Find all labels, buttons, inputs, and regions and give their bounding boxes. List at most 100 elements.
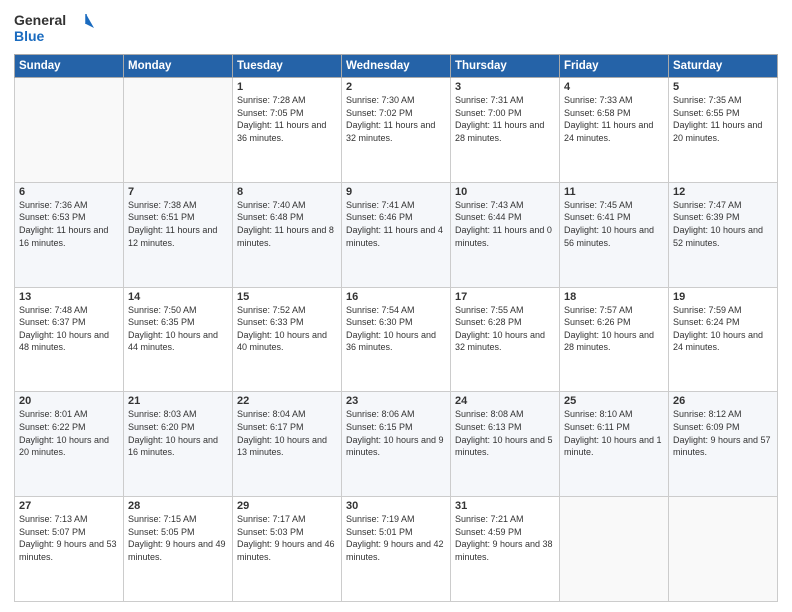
svg-text:Blue: Blue (14, 28, 45, 44)
calendar-cell: 11Sunrise: 7:45 AM Sunset: 6:41 PM Dayli… (560, 182, 669, 287)
day-info: Sunrise: 7:15 AM Sunset: 5:05 PM Dayligh… (128, 513, 228, 563)
day-number: 31 (455, 500, 555, 512)
calendar-cell: 1Sunrise: 7:28 AM Sunset: 7:05 PM Daylig… (233, 78, 342, 183)
weekday-header-friday: Friday (560, 55, 669, 78)
day-info: Sunrise: 7:41 AM Sunset: 6:46 PM Dayligh… (346, 199, 446, 249)
calendar-cell: 21Sunrise: 8:03 AM Sunset: 6:20 PM Dayli… (124, 392, 233, 497)
calendar-cell: 24Sunrise: 8:08 AM Sunset: 6:13 PM Dayli… (451, 392, 560, 497)
day-info: Sunrise: 8:08 AM Sunset: 6:13 PM Dayligh… (455, 408, 555, 458)
page: General Blue SundayMondayTuesdayWednesda… (0, 0, 792, 612)
day-number: 8 (237, 186, 337, 198)
day-number: 13 (19, 291, 119, 303)
day-number: 15 (237, 291, 337, 303)
calendar-week-2: 6Sunrise: 7:36 AM Sunset: 6:53 PM Daylig… (15, 182, 778, 287)
weekday-header-thursday: Thursday (451, 55, 560, 78)
calendar-cell: 29Sunrise: 7:17 AM Sunset: 5:03 PM Dayli… (233, 497, 342, 602)
day-info: Sunrise: 7:59 AM Sunset: 6:24 PM Dayligh… (673, 304, 773, 354)
day-info: Sunrise: 7:31 AM Sunset: 7:00 PM Dayligh… (455, 94, 555, 144)
calendar-cell: 10Sunrise: 7:43 AM Sunset: 6:44 PM Dayli… (451, 182, 560, 287)
day-number: 2 (346, 81, 446, 93)
day-number: 1 (237, 81, 337, 93)
day-number: 16 (346, 291, 446, 303)
calendar-week-1: 1Sunrise: 7:28 AM Sunset: 7:05 PM Daylig… (15, 78, 778, 183)
weekday-header-sunday: Sunday (15, 55, 124, 78)
calendar-cell: 17Sunrise: 7:55 AM Sunset: 6:28 PM Dayli… (451, 287, 560, 392)
day-info: Sunrise: 7:13 AM Sunset: 5:07 PM Dayligh… (19, 513, 119, 563)
calendar-cell: 8Sunrise: 7:40 AM Sunset: 6:48 PM Daylig… (233, 182, 342, 287)
weekday-header-row: SundayMondayTuesdayWednesdayThursdayFrid… (15, 55, 778, 78)
day-info: Sunrise: 7:43 AM Sunset: 6:44 PM Dayligh… (455, 199, 555, 249)
day-number: 3 (455, 81, 555, 93)
weekday-header-tuesday: Tuesday (233, 55, 342, 78)
day-info: Sunrise: 7:52 AM Sunset: 6:33 PM Dayligh… (237, 304, 337, 354)
calendar-cell: 26Sunrise: 8:12 AM Sunset: 6:09 PM Dayli… (669, 392, 778, 497)
day-info: Sunrise: 7:28 AM Sunset: 7:05 PM Dayligh… (237, 94, 337, 144)
calendar-cell: 7Sunrise: 7:38 AM Sunset: 6:51 PM Daylig… (124, 182, 233, 287)
logo-icon: General Blue (14, 10, 94, 48)
day-number: 21 (128, 395, 228, 407)
calendar-cell (669, 497, 778, 602)
calendar-week-3: 13Sunrise: 7:48 AM Sunset: 6:37 PM Dayli… (15, 287, 778, 392)
day-info: Sunrise: 7:47 AM Sunset: 6:39 PM Dayligh… (673, 199, 773, 249)
day-number: 12 (673, 186, 773, 198)
weekday-header-saturday: Saturday (669, 55, 778, 78)
day-info: Sunrise: 7:54 AM Sunset: 6:30 PM Dayligh… (346, 304, 446, 354)
logo: General Blue (14, 10, 94, 48)
day-number: 29 (237, 500, 337, 512)
day-info: Sunrise: 8:04 AM Sunset: 6:17 PM Dayligh… (237, 408, 337, 458)
day-number: 11 (564, 186, 664, 198)
svg-text:General: General (14, 12, 66, 28)
calendar-cell: 15Sunrise: 7:52 AM Sunset: 6:33 PM Dayli… (233, 287, 342, 392)
weekday-header-monday: Monday (124, 55, 233, 78)
day-number: 23 (346, 395, 446, 407)
day-info: Sunrise: 7:35 AM Sunset: 6:55 PM Dayligh… (673, 94, 773, 144)
day-info: Sunrise: 8:06 AM Sunset: 6:15 PM Dayligh… (346, 408, 446, 458)
calendar-cell: 4Sunrise: 7:33 AM Sunset: 6:58 PM Daylig… (560, 78, 669, 183)
day-info: Sunrise: 7:17 AM Sunset: 5:03 PM Dayligh… (237, 513, 337, 563)
day-info: Sunrise: 8:03 AM Sunset: 6:20 PM Dayligh… (128, 408, 228, 458)
calendar-cell: 13Sunrise: 7:48 AM Sunset: 6:37 PM Dayli… (15, 287, 124, 392)
calendar-cell: 20Sunrise: 8:01 AM Sunset: 6:22 PM Dayli… (15, 392, 124, 497)
header: General Blue (14, 10, 778, 48)
day-info: Sunrise: 7:33 AM Sunset: 6:58 PM Dayligh… (564, 94, 664, 144)
calendar-cell: 2Sunrise: 7:30 AM Sunset: 7:02 PM Daylig… (342, 78, 451, 183)
calendar-cell: 22Sunrise: 8:04 AM Sunset: 6:17 PM Dayli… (233, 392, 342, 497)
calendar-cell: 28Sunrise: 7:15 AM Sunset: 5:05 PM Dayli… (124, 497, 233, 602)
calendar-cell: 5Sunrise: 7:35 AM Sunset: 6:55 PM Daylig… (669, 78, 778, 183)
calendar-cell: 12Sunrise: 7:47 AM Sunset: 6:39 PM Dayli… (669, 182, 778, 287)
day-info: Sunrise: 7:21 AM Sunset: 4:59 PM Dayligh… (455, 513, 555, 563)
day-info: Sunrise: 8:01 AM Sunset: 6:22 PM Dayligh… (19, 408, 119, 458)
calendar-cell: 25Sunrise: 8:10 AM Sunset: 6:11 PM Dayli… (560, 392, 669, 497)
day-info: Sunrise: 7:19 AM Sunset: 5:01 PM Dayligh… (346, 513, 446, 563)
day-info: Sunrise: 7:30 AM Sunset: 7:02 PM Dayligh… (346, 94, 446, 144)
calendar-cell: 30Sunrise: 7:19 AM Sunset: 5:01 PM Dayli… (342, 497, 451, 602)
calendar-cell: 31Sunrise: 7:21 AM Sunset: 4:59 PM Dayli… (451, 497, 560, 602)
day-number: 5 (673, 81, 773, 93)
calendar-week-5: 27Sunrise: 7:13 AM Sunset: 5:07 PM Dayli… (15, 497, 778, 602)
day-info: Sunrise: 7:48 AM Sunset: 6:37 PM Dayligh… (19, 304, 119, 354)
calendar-cell: 27Sunrise: 7:13 AM Sunset: 5:07 PM Dayli… (15, 497, 124, 602)
calendar-cell: 16Sunrise: 7:54 AM Sunset: 6:30 PM Dayli… (342, 287, 451, 392)
calendar-cell: 3Sunrise: 7:31 AM Sunset: 7:00 PM Daylig… (451, 78, 560, 183)
calendar-cell: 9Sunrise: 7:41 AM Sunset: 6:46 PM Daylig… (342, 182, 451, 287)
calendar-cell: 6Sunrise: 7:36 AM Sunset: 6:53 PM Daylig… (15, 182, 124, 287)
day-info: Sunrise: 7:36 AM Sunset: 6:53 PM Dayligh… (19, 199, 119, 249)
day-number: 27 (19, 500, 119, 512)
day-number: 18 (564, 291, 664, 303)
day-number: 26 (673, 395, 773, 407)
day-info: Sunrise: 8:12 AM Sunset: 6:09 PM Dayligh… (673, 408, 773, 458)
calendar-cell (15, 78, 124, 183)
day-number: 6 (19, 186, 119, 198)
day-number: 22 (237, 395, 337, 407)
day-number: 10 (455, 186, 555, 198)
day-number: 17 (455, 291, 555, 303)
day-info: Sunrise: 7:40 AM Sunset: 6:48 PM Dayligh… (237, 199, 337, 249)
day-info: Sunrise: 7:45 AM Sunset: 6:41 PM Dayligh… (564, 199, 664, 249)
calendar-table: SundayMondayTuesdayWednesdayThursdayFrid… (14, 54, 778, 602)
day-number: 24 (455, 395, 555, 407)
day-number: 9 (346, 186, 446, 198)
weekday-header-wednesday: Wednesday (342, 55, 451, 78)
calendar-cell (124, 78, 233, 183)
day-number: 7 (128, 186, 228, 198)
day-number: 4 (564, 81, 664, 93)
